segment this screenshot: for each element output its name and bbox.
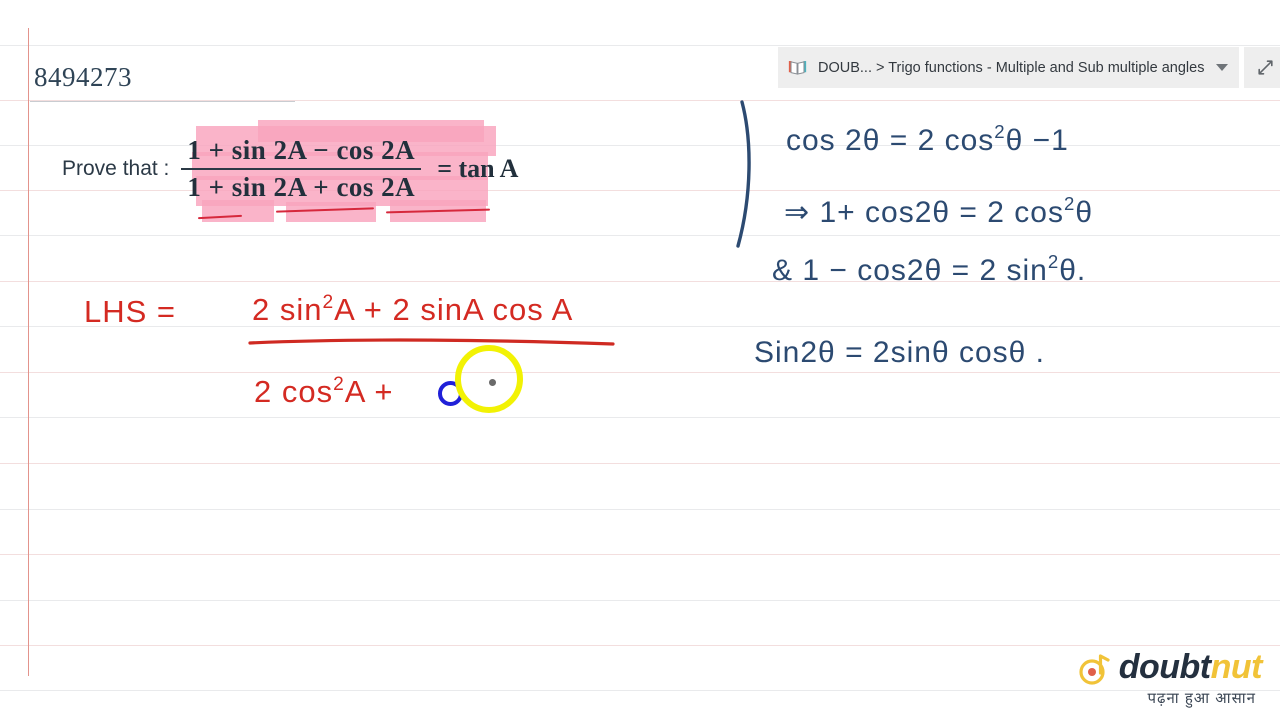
notebook-rule-line xyxy=(0,235,1280,236)
notebook-rule-line xyxy=(0,463,1280,464)
logo-text-nut: nut xyxy=(1210,648,1263,686)
book-icon xyxy=(788,61,807,75)
logo-wordmark-row: doubt nut xyxy=(1078,648,1263,687)
notebook-ruling xyxy=(0,0,1280,720)
solution-page: 8494273 Prove that : 1 + sin 2A − cos 2A… xyxy=(0,0,1280,720)
cursor-dot xyxy=(489,379,496,386)
question-id-underline xyxy=(30,101,295,102)
fraction-denominator: 1 + sin 2A + cos 2A xyxy=(187,172,416,202)
notebook-rule-line xyxy=(0,326,1280,327)
breadcrumb-bar[interactable]: DOUB... > Trigo functions - Multiple and… xyxy=(778,47,1240,88)
notebook-rule-line xyxy=(0,509,1280,510)
notebook-rule-line xyxy=(0,417,1280,418)
notebook-margin-line xyxy=(28,28,29,676)
expand-button[interactable] xyxy=(1244,47,1280,88)
notebook-rule-line xyxy=(0,554,1280,555)
prove-that-label: Prove that : xyxy=(62,157,170,180)
question-statement: Prove that : 1 + sin 2A − cos 2A 1 + sin… xyxy=(62,133,518,205)
notebook-rule-line xyxy=(0,281,1280,282)
question-id: 8494273 xyxy=(34,62,132,92)
breadcrumb-text: DOUB... > Trigo functions - Multiple and… xyxy=(818,59,1205,76)
fraction-numerator: 1 + sin 2A − cos 2A xyxy=(187,135,416,165)
doubtnut-logo-mark xyxy=(1079,653,1110,685)
doubtnut-logo: doubt nut पढ़ना हुआ आसान xyxy=(1078,648,1263,708)
breadcrumb-toolbar: DOUB... > Trigo functions - Multiple and… xyxy=(778,47,1280,88)
logo-text-doubt: doubt xyxy=(1118,648,1211,686)
logo-tagline: पढ़ना हुआ आसान xyxy=(1147,690,1256,707)
question-right-side: = tan A xyxy=(437,154,519,183)
notebook-rule-line xyxy=(0,45,1280,46)
cursor-highlight-ring xyxy=(455,345,523,413)
expand-diagonal-icon xyxy=(1258,60,1273,75)
notebook-rule-line xyxy=(0,600,1280,601)
notebook-rule-line xyxy=(0,372,1280,373)
chevron-down-icon[interactable] xyxy=(1216,64,1229,71)
notebook-rule-line xyxy=(0,645,1280,646)
question-fraction: 1 + sin 2A − cos 2A 1 + sin 2A + cos 2A xyxy=(181,133,422,205)
